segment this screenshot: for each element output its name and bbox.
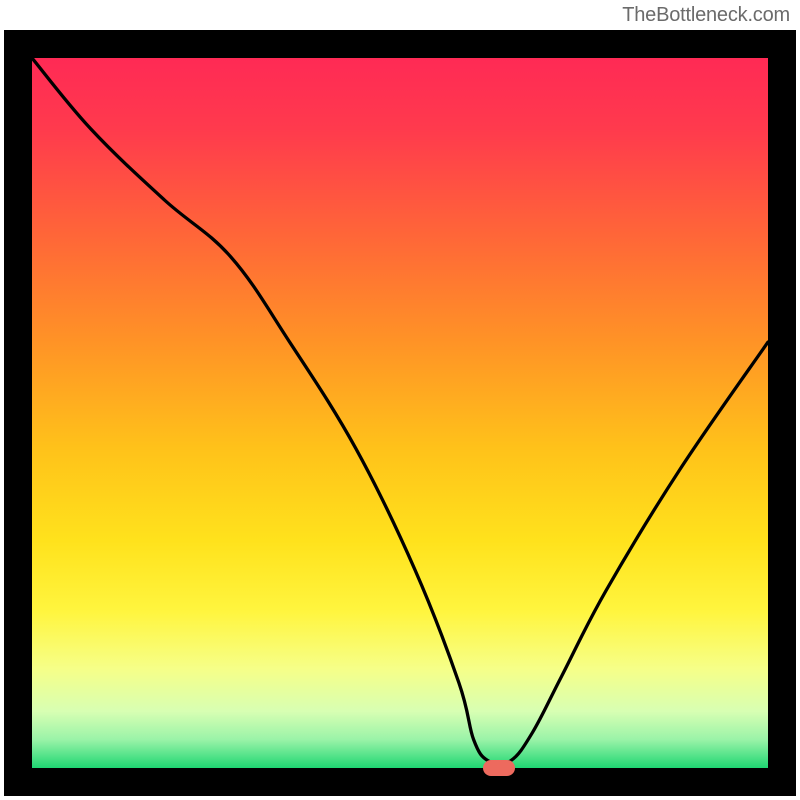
optimal-point-marker xyxy=(483,760,515,776)
plot-area xyxy=(32,58,768,768)
plot-frame xyxy=(4,30,796,796)
figure-root: TheBottleneck.com xyxy=(0,0,800,800)
attribution-text: TheBottleneck.com xyxy=(622,4,790,27)
plot-svg xyxy=(32,58,768,768)
gradient-background xyxy=(32,58,768,768)
